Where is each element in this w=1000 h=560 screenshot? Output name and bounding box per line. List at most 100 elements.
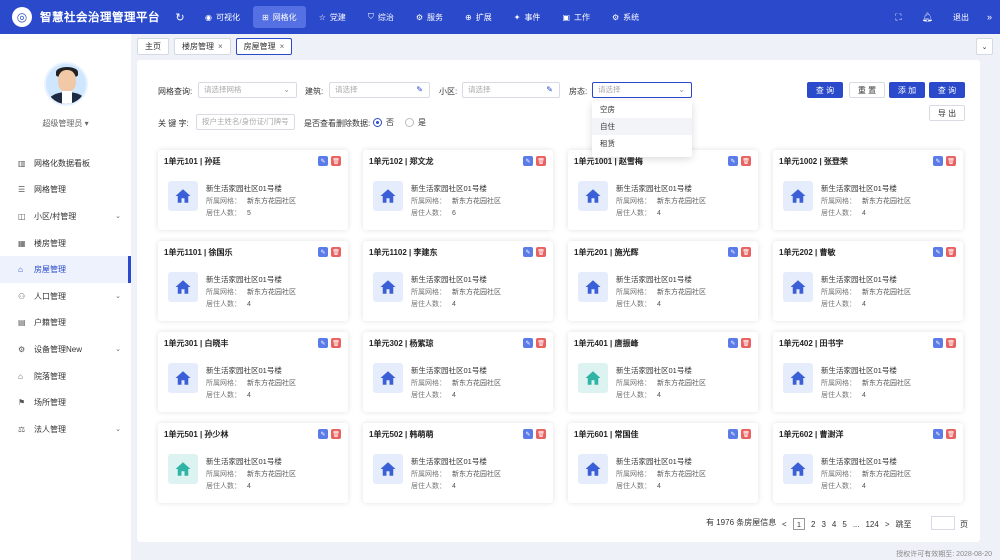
- delete-icon[interactable]: 🗑︎: [331, 156, 341, 166]
- tab-building[interactable]: 楼房管理 ×: [174, 38, 231, 55]
- edit-icon[interactable]: ✎: [523, 429, 533, 439]
- edit-icon[interactable]: ✎: [523, 247, 533, 257]
- nav-visual[interactable]: ◉ 可视化: [196, 6, 249, 28]
- page-2[interactable]: 2: [811, 520, 815, 529]
- nav-work[interactable]: ▣ 工作: [553, 6, 599, 28]
- sidebar-item-device[interactable]: ⚙ 设备管理New ⌄: [0, 336, 131, 363]
- nav-extend[interactable]: ⊕ 扩展: [456, 6, 501, 28]
- delete-icon[interactable]: 🗑︎: [946, 156, 956, 166]
- community-select[interactable]: 请选择 ✎: [462, 82, 560, 98]
- house-card[interactable]: 1单元1101 | 徐国乐 ✎ 🗑︎ 新生活家园社区01号楼 所属网格： 新东方花园社区居…: [158, 241, 348, 321]
- edit-icon[interactable]: ✎: [318, 156, 328, 166]
- house-card[interactable]: 1单元501 | 孙少林 ✎ 🗑︎ 新生活家园社区01号楼 所属网格： 新东方花园社区 居住…: [158, 423, 348, 503]
- nav-event[interactable]: ✦ 事件: [505, 6, 550, 28]
- keyword-input[interactable]: 按户主姓名/身份证/门牌号: [196, 114, 295, 130]
- export-button[interactable]: 导 出: [929, 105, 965, 121]
- close-icon[interactable]: ×: [218, 42, 223, 51]
- sidebar-item-yard[interactable]: ⌂ 院落管理: [0, 363, 131, 390]
- sidebar-item-place[interactable]: ⚑ 场所管理: [0, 389, 131, 416]
- delete-icon[interactable]: 🗑︎: [946, 247, 956, 257]
- delete-icon[interactable]: 🗑︎: [946, 338, 956, 348]
- radio-no[interactable]: 否: [373, 117, 394, 128]
- delete-icon[interactable]: 🗑︎: [946, 429, 956, 439]
- state-option-rent[interactable]: 租赁: [592, 135, 692, 152]
- logout-link[interactable]: 退出: [953, 12, 969, 23]
- house-card[interactable]: 1单元302 | 杨紫琼 ✎ 🗑︎ 新生活家园社区01号楼 所属网格： 新东方花园社区 居住…: [363, 332, 553, 412]
- grid-select[interactable]: 请选择网格 ⌄: [198, 82, 297, 98]
- delete-icon[interactable]: 🗑︎: [536, 156, 546, 166]
- delete-icon[interactable]: 🗑︎: [331, 338, 341, 348]
- house-card[interactable]: 1单元402 | 田书宇 ✎ 🗑︎ 新生活家园社区01号楼 所属网格： 新东方花园社区 居住…: [773, 332, 963, 412]
- nav-service[interactable]: ⚙ 服务: [407, 6, 452, 28]
- edit-icon[interactable]: ✎: [933, 156, 943, 166]
- page-4[interactable]: 4: [832, 520, 836, 529]
- page-5[interactable]: 5: [842, 520, 846, 529]
- house-card[interactable]: 1单元602 | 曹澍洋 ✎ 🗑︎ 新生活家园社区01号楼 所属网格： 新东方花园社区 居住…: [773, 423, 963, 503]
- house-card[interactable]: 1单元101 | 孙廷 ✎ 🗑︎ 新生活家园社区01号楼 所属网格： 新东方花园社区 居住人…: [158, 150, 348, 230]
- pick-icon[interactable]: ✎: [416, 83, 423, 97]
- refresh-icon[interactable]: ↻: [170, 11, 190, 24]
- edit-icon[interactable]: ✎: [318, 429, 328, 439]
- edit-icon[interactable]: ✎: [523, 338, 533, 348]
- sidebar-item-house[interactable]: ⌂ 房屋管理: [0, 256, 131, 283]
- delete-icon[interactable]: 🗑︎: [741, 338, 751, 348]
- house-card[interactable]: 1单元502 | 韩萌萌 ✎ 🗑︎ 新生活家园社区01号楼 所属网格： 新东方花园社区 居住…: [363, 423, 553, 503]
- query-button[interactable]: 查 询: [929, 82, 965, 98]
- edit-icon[interactable]: ✎: [933, 429, 943, 439]
- house-card[interactable]: 1单元202 | 曹敏 ✎ 🗑︎ 新生活家园社区01号楼 所属网格： 新东方花园社区 居住人…: [773, 241, 963, 321]
- tab-home[interactable]: 主页: [137, 38, 169, 55]
- bell-icon[interactable]: 🔔︎: [922, 12, 933, 23]
- expand-icon[interactable]: »: [987, 12, 992, 22]
- nav-governance[interactable]: ⛉ 综治: [359, 6, 403, 28]
- tabs-menu-button[interactable]: ⌄: [976, 38, 993, 55]
- edit-icon[interactable]: ✎: [728, 429, 738, 439]
- delete-icon[interactable]: 🗑︎: [331, 429, 341, 439]
- pick-icon[interactable]: ✎: [546, 83, 553, 97]
- house-card[interactable]: 1单元102 | 郑文龙 ✎ 🗑︎ 新生活家园社区01号楼 所属网格： 新东方花园社区 居住…: [363, 150, 553, 230]
- sidebar-item-building[interactable]: ▦ 楼房管理: [0, 230, 131, 257]
- page-124[interactable]: 124: [865, 520, 878, 529]
- reset-button[interactable]: 重 置: [849, 82, 885, 98]
- tab-house[interactable]: 房屋管理 ×: [235, 38, 293, 55]
- edit-icon[interactable]: ✎: [318, 247, 328, 257]
- house-card[interactable]: 1单元1001 | 赵雪梅 ✎ 🗑︎ 新生活家园社区01号楼 所属网格： 新东方花园社区居…: [568, 150, 758, 230]
- delete-icon[interactable]: 🗑︎: [741, 247, 751, 257]
- edit-icon[interactable]: ✎: [933, 247, 943, 257]
- edit-icon[interactable]: ✎: [728, 247, 738, 257]
- search-button[interactable]: 查 询: [807, 82, 843, 98]
- house-card[interactable]: 1单元401 | 唐振峰 ✎ 🗑︎ 新生活家园社区01号楼 所属网格： 新东方花园社区 居住…: [568, 332, 758, 412]
- delete-icon[interactable]: 🗑︎: [536, 338, 546, 348]
- page-3[interactable]: 3: [821, 520, 825, 529]
- edit-icon[interactable]: ✎: [318, 338, 328, 348]
- house-card[interactable]: 1单元301 | 白晓丰 ✎ 🗑︎ 新生活家园社区01号楼 所属网格： 新东方花园社区 居住…: [158, 332, 348, 412]
- close-icon[interactable]: ×: [280, 42, 285, 51]
- house-card[interactable]: 1单元601 | 常国佳 ✎ 🗑︎ 新生活家园社区01号楼 所属网格： 新东方花园社区 居住…: [568, 423, 758, 503]
- edit-icon[interactable]: ✎: [728, 338, 738, 348]
- pagination-next-icon[interactable]: >: [885, 520, 890, 529]
- sidebar-item-legal[interactable]: ⚖ 法人管理 ⌄: [0, 416, 131, 443]
- username[interactable]: 超级管理员 ▾: [0, 118, 131, 129]
- state-select[interactable]: 请选择 ⌄: [592, 82, 692, 98]
- delete-icon[interactable]: 🗑︎: [536, 247, 546, 257]
- house-card[interactable]: 1单元1102 | 李建东 ✎ 🗑︎ 新生活家园社区01号楼 所属网格： 新东方花园社区居…: [363, 241, 553, 321]
- house-card[interactable]: 1单元201 | 施光辉 ✎ 🗑︎ 新生活家园社区01号楼 所属网格： 新东方花园社区 居住…: [568, 241, 758, 321]
- edit-icon[interactable]: ✎: [523, 156, 533, 166]
- jump-page-input[interactable]: [931, 516, 955, 530]
- sidebar-item-community[interactable]: ◫ 小区/村管理 ⌄: [0, 203, 131, 230]
- pagination-prev-icon[interactable]: <: [782, 517, 787, 531]
- delete-icon[interactable]: 🗑︎: [536, 429, 546, 439]
- house-card[interactable]: 1单元1002 | 张登荣 ✎ 🗑︎ 新生活家园社区01号楼 所属网格： 新东方花园社区居…: [773, 150, 963, 230]
- building-select[interactable]: 请选择 ✎: [329, 82, 430, 98]
- sidebar-item-grid[interactable]: ☰ 网格管理: [0, 177, 131, 204]
- fullscreen-icon[interactable]: ⛶: [895, 12, 901, 23]
- delete-icon[interactable]: 🗑︎: [741, 156, 751, 166]
- edit-icon[interactable]: ✎: [728, 156, 738, 166]
- edit-icon[interactable]: ✎: [933, 338, 943, 348]
- sidebar-item-household[interactable]: ▤ 户籍管理: [0, 310, 131, 337]
- state-option-empty[interactable]: 空房: [592, 101, 692, 118]
- add-button[interactable]: 添 加: [889, 82, 925, 98]
- nav-grid[interactable]: ⊞ 网格化: [252, 6, 306, 28]
- delete-icon[interactable]: 🗑︎: [741, 429, 751, 439]
- state-option-self[interactable]: 自住: [592, 118, 692, 135]
- page-1[interactable]: 1: [793, 518, 805, 530]
